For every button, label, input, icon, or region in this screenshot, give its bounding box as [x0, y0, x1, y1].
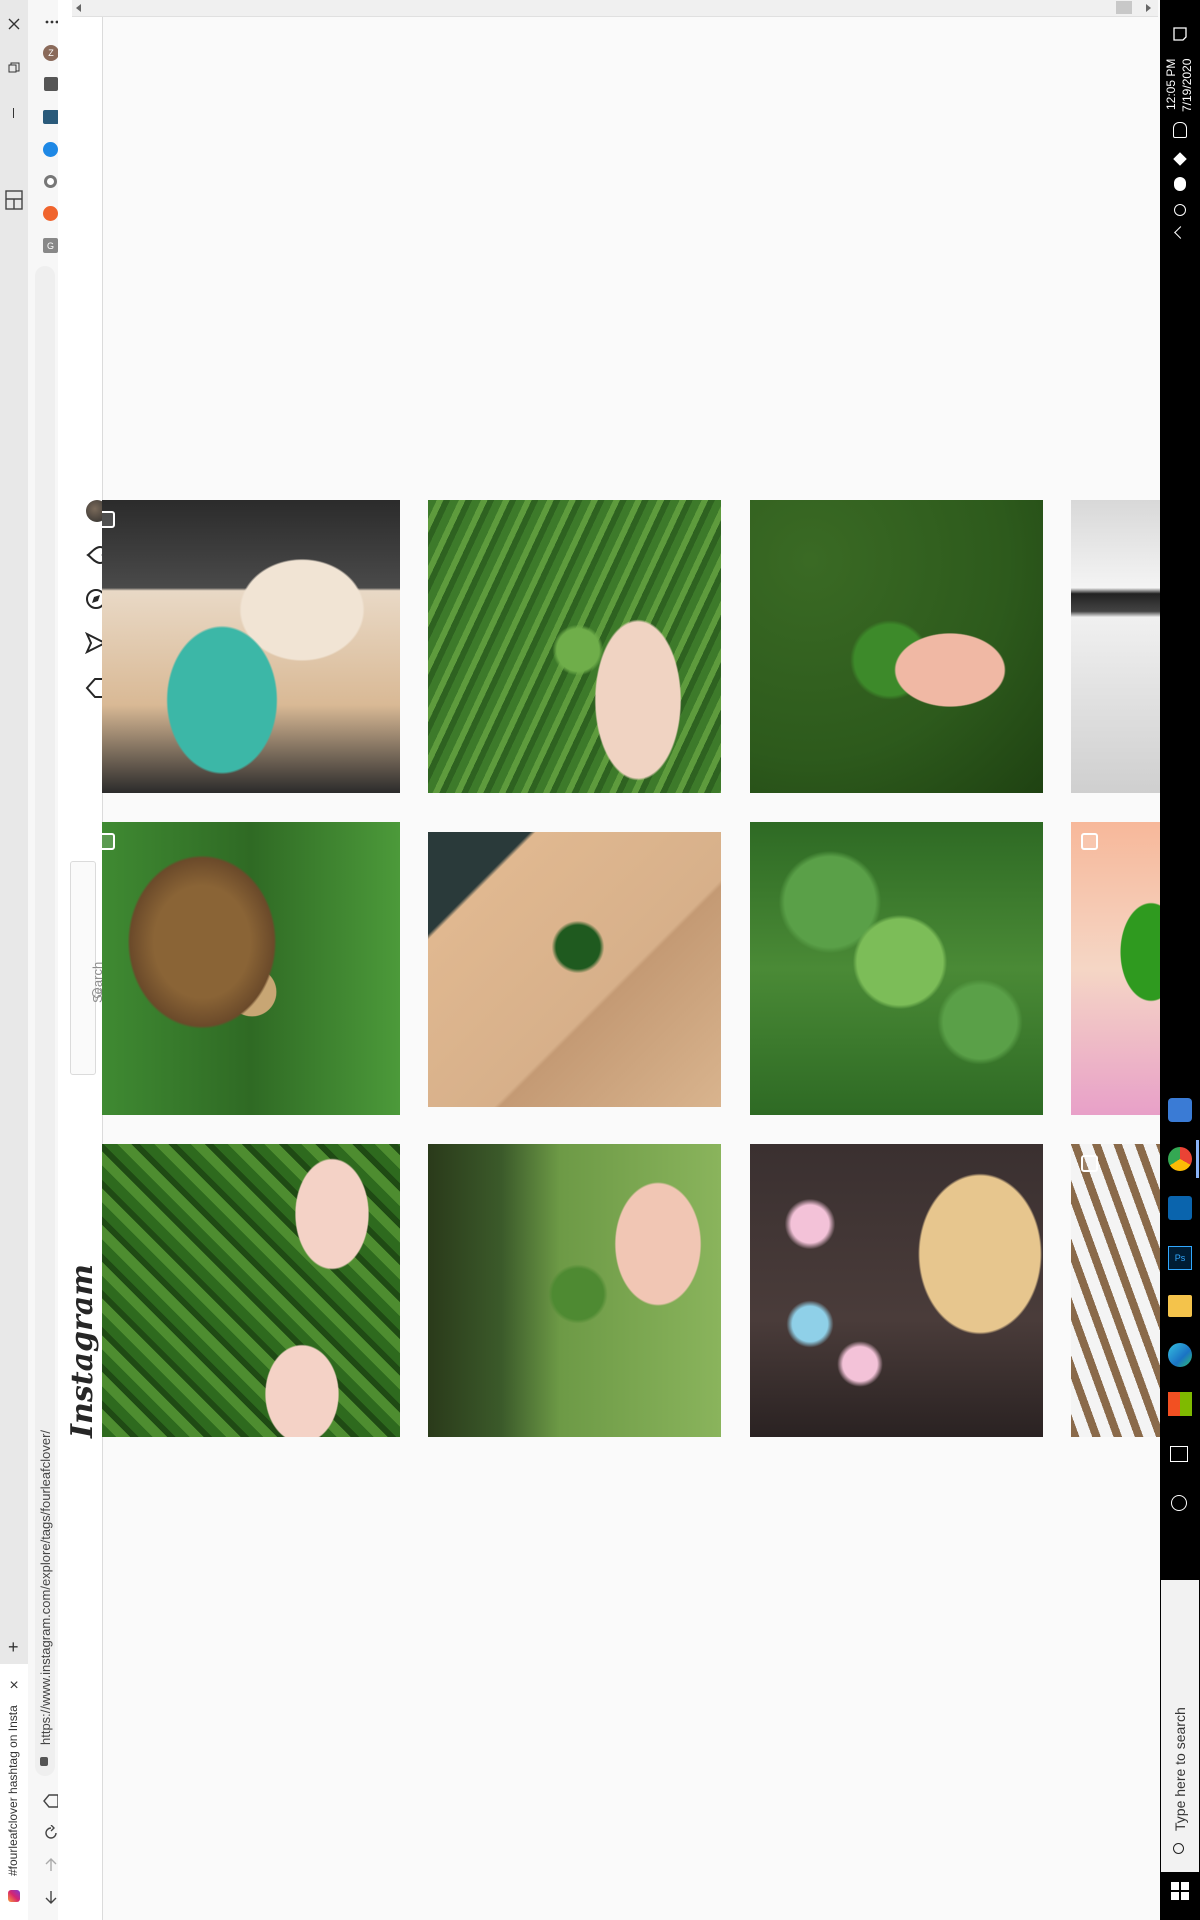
- taskbar-app-chrome-icon[interactable]: [1168, 1147, 1192, 1171]
- post-thumbnail-tortoise-clover[interactable]: [102, 822, 400, 1115]
- taskbar-app-store-icon[interactable]: [1168, 1392, 1192, 1416]
- post-thumbnail-clover-fingers-grass[interactable]: [428, 500, 721, 793]
- minimize-window-icon[interactable]: [13, 108, 14, 118]
- extension-blue-circle-icon[interactable]: [43, 142, 58, 157]
- post-thumbnail-two-clovers-hands[interactable]: [102, 1144, 400, 1437]
- onedrive-icon[interactable]: [1174, 177, 1186, 191]
- taskbar-app-settings-icon[interactable]: [1168, 1098, 1192, 1122]
- post-thumbnail-partial-3[interactable]: [1071, 1144, 1160, 1437]
- scroll-thumb[interactable]: [1116, 1, 1132, 14]
- post-thumbnail-clover-pins-bread[interactable]: [750, 1144, 1043, 1437]
- tab-title: #fourleafclover hashtag on Insta: [6, 1705, 20, 1876]
- instagram-logo[interactable]: Instagram: [65, 1264, 100, 1438]
- search-icon: [92, 988, 102, 998]
- volume-icon[interactable]: [1174, 204, 1186, 216]
- extension-orange-icon[interactable]: [43, 206, 58, 221]
- taskbar-app-edge-icon[interactable]: [1168, 1343, 1192, 1367]
- post-thumbnail-clover-blurred-grass[interactable]: [428, 1144, 721, 1437]
- profile-avatar-icon[interactable]: Z: [43, 45, 59, 61]
- browser-side-rail: [0, 0, 29, 1920]
- action-center-icon[interactable]: [1170, 24, 1190, 44]
- extension-g-icon[interactable]: G: [43, 238, 58, 253]
- horizontal-scrollbar[interactable]: [72, 0, 1158, 17]
- windows-logo-pane: [1171, 1882, 1179, 1890]
- clock-date[interactable]: 7/19/2020: [1180, 59, 1194, 112]
- extensions-puzzle-icon[interactable]: [44, 77, 58, 91]
- close-window-icon[interactable]: [4, 14, 24, 34]
- post-thumbnail-dog-sleeping[interactable]: [102, 500, 400, 793]
- instagram-favicon-icon: [8, 1890, 20, 1902]
- multi-photo-icon: [1081, 833, 1098, 850]
- windows-logo-pane: [1181, 1892, 1189, 1900]
- windows-logo-pane: [1171, 1892, 1179, 1900]
- restore-window-icon[interactable]: [4, 58, 24, 78]
- post-thumbnail-partial-1[interactable]: [1071, 500, 1160, 793]
- image-grid: [102, 500, 1160, 1440]
- taskbar-chrome-active-indicator: [1196, 1140, 1199, 1178]
- windows-start-icon[interactable]: [1171, 1882, 1189, 1900]
- lock-icon: [40, 1757, 48, 1766]
- tab-close-icon[interactable]: ×: [6, 1677, 22, 1694]
- multi-photo-icon: [102, 833, 115, 850]
- task-view-icon[interactable]: [1170, 1446, 1188, 1462]
- taskbar-search-icon: [1173, 1843, 1184, 1854]
- extension-gray-circle-icon[interactable]: [44, 175, 57, 188]
- extension-chart-icon[interactable]: [43, 110, 59, 124]
- taskbar-app-outlook-icon[interactable]: [1168, 1196, 1192, 1220]
- post-thumbnail-partial-2[interactable]: [1071, 822, 1160, 1115]
- post-thumbnail-four-leaf-clover-fingers[interactable]: [750, 500, 1043, 793]
- windows-logo-pane: [1181, 1882, 1189, 1890]
- clock-time[interactable]: 12:05 PM: [1164, 59, 1178, 110]
- url-text[interactable]: https://www.instagram.com/explore/tags/f…: [38, 1430, 53, 1745]
- browser-tab[interactable]: × #fourleafclover hashtag on Insta: [0, 1664, 28, 1920]
- scroll-right-icon[interactable]: [1146, 4, 1151, 12]
- multi-photo-icon: [1081, 1155, 1098, 1172]
- post-thumbnail-clover-patch[interactable]: [750, 822, 1043, 1115]
- post-thumbnail-clover-on-cardboard[interactable]: [428, 832, 721, 1107]
- taskbar-search-placeholder: Type here to search: [1172, 1707, 1188, 1831]
- cortana-icon[interactable]: [1171, 1495, 1187, 1511]
- multi-photo-icon: [102, 511, 115, 528]
- pen-icon[interactable]: [1173, 122, 1187, 138]
- taskbar-app-file-explorer-icon[interactable]: [1168, 1295, 1192, 1317]
- collections-icon[interactable]: [2, 188, 26, 212]
- taskbar-app-photoshop-icon[interactable]: Ps: [1168, 1246, 1192, 1270]
- scroll-left-icon[interactable]: [76, 4, 81, 12]
- new-tab-button[interactable]: +: [8, 1638, 22, 1656]
